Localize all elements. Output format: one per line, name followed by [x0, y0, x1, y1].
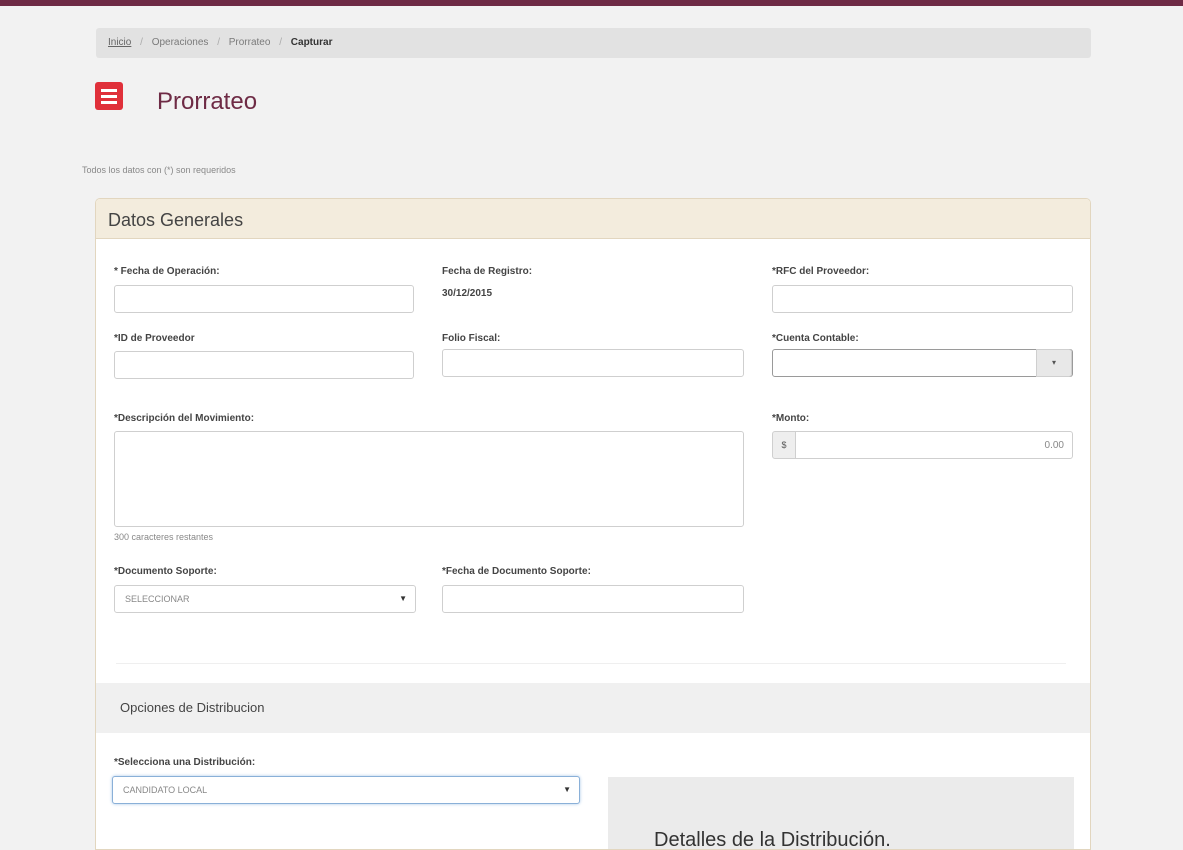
detalles-title: Detalles de la Distribución.: [654, 829, 891, 850]
chevron-down-icon[interactable]: ▾: [1036, 349, 1072, 377]
opciones-distribucion-section: Opciones de Distribucion: [96, 683, 1090, 733]
id-proveedor-input[interactable]: [114, 351, 414, 379]
cuenta-contable-label: *Cuenta Contable:: [772, 333, 859, 344]
fecha-documento-input[interactable]: [442, 585, 744, 613]
characters-remaining: 300 caracteres restantes: [114, 532, 214, 542]
breadcrumb-item-prorrateo[interactable]: Prorrateo: [229, 37, 271, 48]
breadcrumb-current: Capturar: [290, 37, 333, 48]
documento-soporte-select[interactable]: SELECCIONAR ▼: [114, 585, 416, 613]
documento-soporte-label: *Documento Soporte:: [114, 566, 217, 577]
list-icon: [95, 82, 123, 110]
breadcrumb: Inicio / Operaciones / Prorrateo / Captu…: [96, 28, 1091, 58]
monto-input[interactable]: [795, 431, 1073, 459]
datos-generales-panel: Datos Generales * Fecha de Operación: Fe…: [95, 198, 1091, 850]
rfc-proveedor-label: *RFC del Proveedor:: [772, 266, 870, 277]
required-fields-note: Todos los datos con (*) son requeridos: [82, 165, 236, 175]
fecha-registro-value: 30/12/2015: [442, 288, 493, 299]
fecha-documento-label: *Fecha de Documento Soporte:: [442, 566, 591, 577]
detalles-distribucion-panel: Detalles de la Distribución.: [608, 777, 1074, 850]
breadcrumb-home-link[interactable]: Inicio: [108, 37, 131, 48]
folio-fiscal-input[interactable]: [442, 349, 744, 377]
monto-label: *Monto:: [772, 413, 810, 424]
folio-fiscal-label: Folio Fiscal:: [442, 333, 501, 344]
breadcrumb-separator: /: [140, 37, 143, 48]
descripcion-label: *Descripción del Movimiento:: [114, 413, 255, 424]
top-accent-bar: [0, 0, 1183, 6]
rfc-proveedor-input[interactable]: [772, 285, 1073, 313]
documento-soporte-selected: SELECCIONAR: [125, 594, 190, 604]
breadcrumb-separator: /: [279, 37, 282, 48]
page-title: Prorrateo: [157, 88, 258, 115]
cuenta-contable-combobox[interactable]: ▾: [772, 349, 1073, 377]
distribucion-selected: CANDIDATO LOCAL: [123, 785, 208, 795]
fecha-operacion-input[interactable]: [114, 285, 414, 313]
section-title: Opciones de Distribucion: [120, 700, 265, 715]
distribucion-select[interactable]: CANDIDATO LOCAL ▼: [112, 776, 580, 804]
fecha-operacion-label: * Fecha de Operación:: [114, 266, 220, 277]
fecha-registro-label: Fecha de Registro:: [442, 266, 533, 277]
breadcrumb-separator: /: [217, 37, 220, 48]
descripcion-textarea[interactable]: [114, 431, 744, 527]
dropdown-arrow-icon: ▼: [563, 785, 571, 794]
divider: [116, 663, 1066, 664]
breadcrumb-item-operaciones[interactable]: Operaciones: [152, 37, 209, 48]
currency-prefix: $: [772, 431, 796, 459]
panel-title: Datos Generales: [108, 210, 244, 230]
dropdown-arrow-icon: ▼: [399, 594, 407, 603]
id-proveedor-label: *ID de Proveedor: [114, 333, 195, 344]
panel-header: Datos Generales: [96, 199, 1090, 239]
distribucion-label: *Selecciona una Distribución:: [114, 757, 256, 768]
